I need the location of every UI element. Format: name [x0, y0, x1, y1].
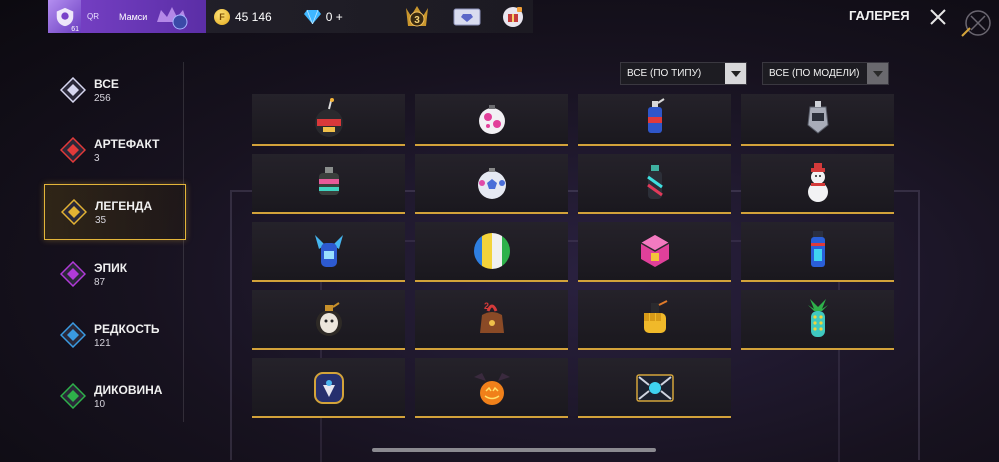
gallery-item[interactable] [741, 222, 894, 282]
event-gift-icon [502, 6, 523, 27]
gallery-item[interactable] [578, 222, 731, 282]
gallery-item[interactable] [252, 94, 405, 146]
type-filter-label: ВСЕ (ПО ТИПУ) [627, 68, 702, 79]
diamond-icon [303, 9, 321, 24]
corner-emblem-icon [961, 10, 991, 37]
gold-coin-icon: F [214, 8, 230, 25]
pink-ball-grenade-icon [478, 105, 505, 134]
category-curiosity[interactable]: ДИКОВИНА 10 [44, 368, 186, 424]
golden-fist-grenade-icon [643, 300, 667, 333]
category-label: ЛЕГЕНДА [95, 198, 153, 213]
category-count: 256 [94, 92, 111, 104]
soccer-ball-grenade-icon [477, 168, 506, 199]
category-count: 10 [94, 398, 106, 410]
armored-grenade-icon [318, 167, 339, 195]
gallery-grid: 2 [252, 94, 897, 424]
crown-rank-icon [157, 6, 188, 29]
diamond-rarity-icon [60, 261, 86, 287]
chevron-down-icon [725, 63, 746, 84]
bomb-grenade-icon [314, 98, 343, 137]
gallery-item[interactable] [252, 290, 405, 350]
silver-grenade-icon [806, 101, 829, 134]
category-legend[interactable]: ЛЕГЕНДА 35 [44, 184, 186, 240]
horizontal-scrollbar[interactable] [372, 448, 656, 452]
gallery-item[interactable] [578, 358, 731, 418]
diamond-rarity-icon [60, 322, 86, 348]
gold-amount: 45 146 [235, 9, 272, 24]
player-name: Мамси [119, 11, 148, 22]
category-count: 87 [94, 276, 106, 288]
category-all[interactable]: ВСЕ 256 [44, 62, 186, 118]
pink-cube-grenade-icon [640, 235, 669, 267]
model-filter-label: ВСЕ (ПО МОДЕЛИ) [769, 68, 860, 79]
crest-sphere-grenade-icon [313, 372, 344, 404]
category-count: 3 [94, 152, 100, 164]
close-icon [930, 9, 946, 25]
beach-ball-grenade-icon [473, 233, 510, 269]
diamond-rarity-icon [60, 77, 86, 103]
gallery-item[interactable] [415, 94, 568, 146]
winged-blue-grenade-icon [314, 235, 343, 267]
player-level: 61 [71, 26, 79, 33]
gallery-item[interactable] [252, 222, 405, 282]
category-count: 121 [94, 337, 111, 349]
gallery-item[interactable] [578, 154, 731, 214]
snowman-grenade-icon [807, 163, 828, 202]
diamond-rarity-icon [60, 137, 86, 163]
diamond-currency[interactable]: 0 + [303, 9, 343, 24]
type-filter-dropdown[interactable]: ВСЕ (ПО ТИПУ) [620, 62, 747, 85]
page-title: ГАЛЕРЕЯ [849, 8, 910, 23]
diamond-rarity-icon [61, 199, 87, 225]
rank-number: 3 [414, 15, 420, 26]
model-filter-dropdown[interactable]: ВСЕ (ПО МОДЕЛИ) [762, 62, 889, 85]
category-label: ВСЕ [94, 76, 119, 91]
category-epic[interactable]: ЭПИК 87 [44, 246, 186, 302]
gift-bag-grenade-icon: 2 [479, 301, 504, 333]
gallery-item[interactable] [252, 358, 405, 418]
shield-avatar-icon [56, 7, 73, 26]
gallery-item[interactable] [741, 94, 894, 146]
category-label: АРТЕФАКТ [94, 136, 160, 151]
avatar[interactable]: 61 [48, 0, 81, 33]
elite-pass-button[interactable] [453, 8, 481, 26]
pineapple-grenade-icon [807, 299, 828, 337]
winged-emblem-grenade-icon [635, 374, 674, 402]
svg-text:2: 2 [484, 301, 489, 311]
chevron-down-icon [867, 63, 888, 84]
event-button[interactable] [501, 5, 525, 29]
gallery-item[interactable] [252, 154, 405, 214]
rank-badge-icon: 3 [405, 5, 428, 26]
category-artifact[interactable]: АРТЕФАКТ 3 [44, 122, 186, 178]
player-tag: QR [87, 12, 99, 21]
category-count: 35 [95, 214, 107, 226]
category-rare[interactable]: РЕДКОСТЬ 121 [44, 307, 186, 363]
diamond-rarity-icon [60, 383, 86, 409]
category-label: РЕДКОСТЬ [94, 321, 160, 336]
rank-badge-button[interactable]: 3 [403, 4, 431, 30]
gallery-item[interactable]: 2 [415, 290, 568, 350]
blue-red-grenade-icon [647, 98, 665, 133]
gallery-item[interactable] [415, 154, 568, 214]
gold-currency: F 45 146 [214, 8, 272, 25]
gallery-item[interactable] [741, 154, 894, 214]
gallery-item[interactable] [578, 290, 731, 350]
masked-grenade-icon [315, 302, 342, 336]
close-button[interactable] [923, 2, 953, 32]
player-profile[interactable]: 61 QR Мамси [48, 0, 206, 33]
pumpkin-grenade-icon [473, 373, 510, 405]
category-label: ДИКОВИНА [94, 382, 163, 397]
gallery-item[interactable] [415, 358, 568, 418]
cyan-canister-grenade-icon [646, 165, 663, 199]
blue-cylinder-grenade-icon [810, 231, 825, 267]
diamond-amount: 0 + [325, 9, 343, 24]
top-bar: 61 QR Мамси F 45 146 0 + 3 [48, 0, 533, 33]
category-sidebar: ВСЕ 256 АРТЕФАКТ 3 ЛЕГЕНДА 35 ЭПИК 87 РЕ… [44, 62, 186, 424]
category-label: ЭПИК [94, 260, 128, 275]
gallery-item[interactable] [415, 222, 568, 282]
gallery-item[interactable] [578, 94, 731, 146]
gallery-item[interactable] [741, 290, 894, 350]
elite-pass-card-icon [453, 8, 481, 25]
